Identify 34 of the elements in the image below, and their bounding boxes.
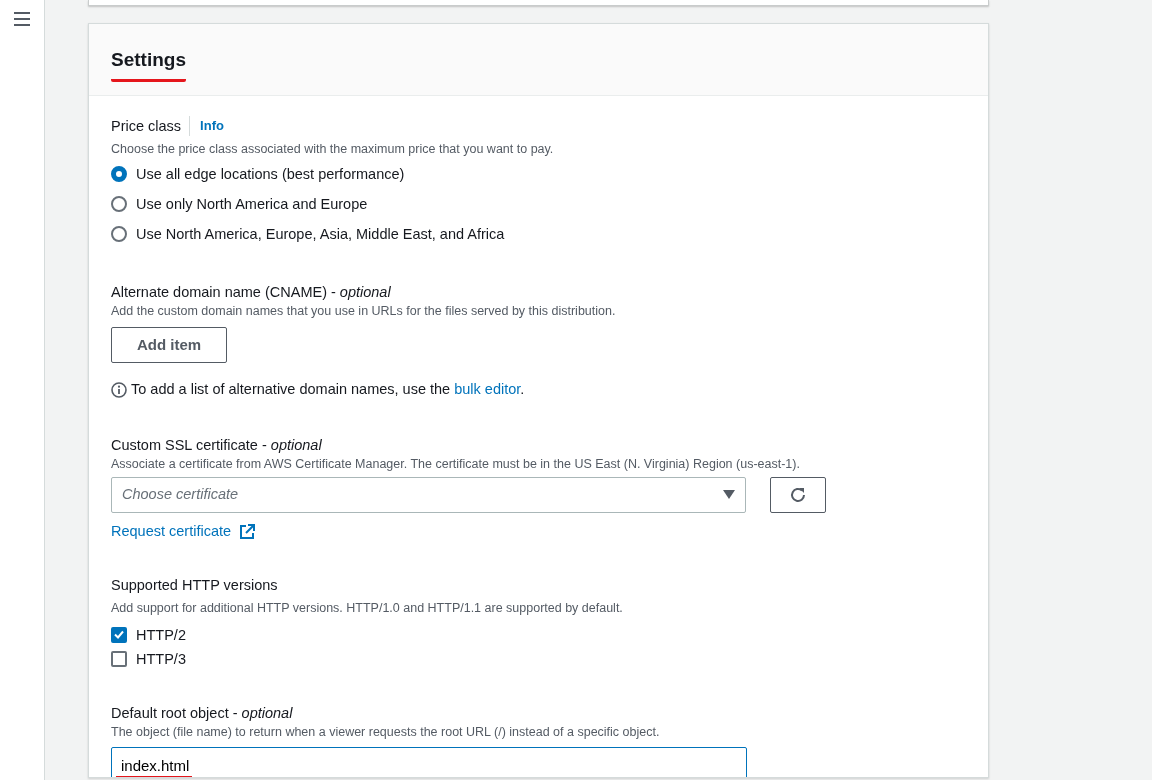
external-link-icon [239,523,256,540]
bulk-editor-link[interactable]: bulk editor [454,381,521,397]
option-label: Use North America, Europe, Asia, Middle East, and Africa [136,225,505,244]
option-label: HTTP/3 [136,649,186,669]
field-description: The object (file name) to return when a viewer requests the root URL (/) instead of a specific object. [111,723,661,741]
field-description: Add the custom domain names that you use in URLs for the files served by this distribution. [111,303,617,320]
option-label: Use only North America and Europe [136,195,368,214]
refresh-button[interactable] [770,476,826,513]
certificate-dropdown[interactable]: Choose certificate [111,476,746,513]
radio-button[interactable] [111,196,127,212]
info-link[interactable]: Info [189,116,224,136]
option-label: Use all edge locations (best performance) [136,165,405,184]
field-label: Custom SSL certificate - optional [111,435,323,455]
field-label: Alternate domain name (CNAME) - optional [111,283,392,302]
refresh-icon [789,485,807,504]
field-label: Price class [111,117,182,136]
info-note: To add a list of alternative domain names, use the bulk editor. [131,380,525,399]
field-label: Supported HTTP versions [111,575,279,595]
caret-icon [723,490,735,500]
field-description: Associate a certificate from AWS Certificate Manager. The certificate must be in the US East (N. Virginia) Region (us-east-1). [111,455,801,473]
checkbox[interactable] [111,626,127,643]
field-description: Add support for additional HTTP versions. HTTP/1.0 and HTTP/1.1 are supported by default. [111,599,624,617]
option-label: HTTP/2 [136,625,186,645]
checkbox[interactable] [111,650,127,667]
section-title: Settings [111,46,186,82]
radio-button[interactable] [111,226,127,242]
menu-icon[interactable] [13,11,31,27]
field-description: Choose the price class associated with the maximum price that you want to pay. [111,141,555,158]
request-certificate-link[interactable]: Request certificate [111,520,232,543]
info-icon [111,381,127,398]
add-item-button[interactable]: Add item [111,327,227,363]
field-label: Default root object - optional [111,703,294,723]
input-field[interactable]: index.html [111,746,747,777]
radio-button[interactable] [111,166,127,182]
